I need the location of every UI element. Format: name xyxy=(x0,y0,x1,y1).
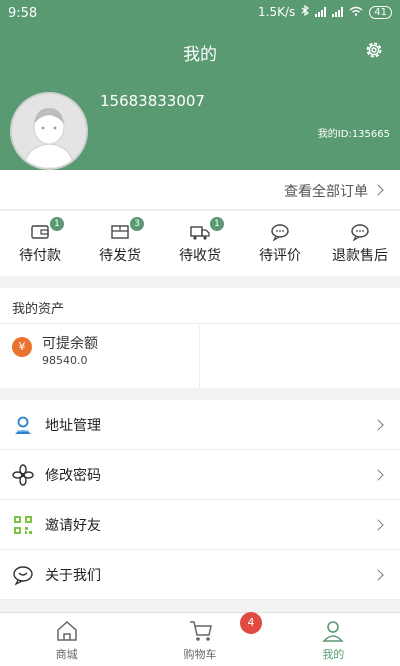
qr-code-icon xyxy=(12,514,34,536)
bottom-tab-bar: 商城 4 购物车 我的 xyxy=(0,612,400,666)
order-tab-label: 待付款 xyxy=(19,248,61,264)
balance-value: 98540.0 xyxy=(42,354,88,367)
order-tab-pending-receipt[interactable]: 1 待收货 xyxy=(160,211,240,276)
tab-mall[interactable]: 商城 xyxy=(0,613,133,666)
order-tab-refund[interactable]: 退款售后 xyxy=(320,211,400,276)
menu-item-label: 修改密码 xyxy=(45,468,101,484)
tab-cart[interactable]: 4 购物车 xyxy=(133,612,266,666)
order-tab-pending-review[interactable]: 待评价 xyxy=(240,211,320,276)
tab-mine[interactable]: 我的 xyxy=(267,613,400,666)
order-tab-label: 退款售后 xyxy=(332,248,388,264)
signal-icon-2 xyxy=(332,7,344,17)
settings-gear-icon[interactable] xyxy=(364,40,384,60)
tab-label: 购物车 xyxy=(183,648,217,661)
cart-icon xyxy=(188,619,212,643)
menu-item-address[interactable]: 地址管理 xyxy=(0,400,400,450)
person-icon xyxy=(321,619,345,643)
chat-icon xyxy=(12,564,34,586)
chevron-right-icon xyxy=(372,469,384,481)
chevron-right-icon xyxy=(372,184,384,196)
wifi-icon xyxy=(349,5,363,19)
network-speed: 1.5K/s xyxy=(258,5,296,19)
view-all-orders-label: 查看全部订单 xyxy=(284,184,368,200)
tab-label: 我的 xyxy=(322,648,345,661)
view-all-orders-link[interactable]: 查看全部订单 xyxy=(0,170,400,210)
home-icon xyxy=(55,619,79,643)
status-time: 9:58 xyxy=(8,6,38,21)
tab-label: 商城 xyxy=(55,648,78,661)
order-badge: 1 xyxy=(50,217,64,231)
menu-item-change-password[interactable]: 修改密码 xyxy=(0,450,400,500)
chevron-right-icon xyxy=(372,569,384,581)
comment-icon xyxy=(269,223,291,242)
balance-label: 可提余额 xyxy=(42,336,98,352)
coin-icon: ¥ xyxy=(12,337,32,357)
menu-item-label: 关于我们 xyxy=(45,568,101,584)
my-assets-section: 我的资产 ¥ 可提余额 98540.0 xyxy=(0,288,400,388)
assets-title: 我的资产 xyxy=(0,288,400,324)
user-id: 我的ID:135665 xyxy=(317,129,390,140)
menu-item-invite-friends[interactable]: 邀请好友 xyxy=(0,500,400,550)
order-tab-label: 待发货 xyxy=(99,248,141,264)
menu-item-about-us[interactable]: 关于我们 xyxy=(0,550,400,600)
flower-icon xyxy=(12,464,34,486)
signal-icon xyxy=(315,7,327,17)
wallet-icon xyxy=(29,223,51,241)
order-badge: 1 xyxy=(210,217,224,231)
menu-item-label: 地址管理 xyxy=(45,418,101,434)
bluetooth-icon xyxy=(301,4,310,19)
menu-item-label: 邀请好友 xyxy=(45,518,101,534)
page-title: 我的 xyxy=(183,45,217,65)
chevron-right-icon xyxy=(372,419,384,431)
withdrawable-balance-card[interactable]: ¥ 可提余额 98540.0 xyxy=(0,325,200,388)
battery-icon: 41 xyxy=(369,5,392,19)
user-phone: 15683833007 xyxy=(100,92,205,110)
order-tab-pending-payment[interactable]: 1 待付款 xyxy=(0,211,80,276)
status-bar: 9:58 1.5K/s 41 xyxy=(0,0,400,26)
avatar[interactable] xyxy=(10,92,88,170)
order-tab-pending-shipment[interactable]: 3 待发货 xyxy=(80,211,160,276)
order-status-tabs: 1 待付款 3 待发货 1 待收货 待评价 退款售后 xyxy=(0,211,400,276)
order-tab-label: 待收货 xyxy=(179,248,221,264)
profile-header: 9:58 1.5K/s 41 我的 15683833007 我的ID:13566… xyxy=(0,0,400,170)
refund-icon xyxy=(349,223,371,242)
profile-screen: 9:58 1.5K/s 41 我的 15683833007 我的ID:13566… xyxy=(0,0,400,666)
status-indicators: 1.5K/s 41 xyxy=(258,4,392,19)
settings-menu: 地址管理 修改密码 邀请好友 关于我们 xyxy=(0,400,400,600)
truck-icon xyxy=(189,223,211,241)
box-icon xyxy=(109,223,131,241)
cart-count-badge: 4 xyxy=(239,612,262,634)
order-badge: 3 xyxy=(130,217,144,231)
chevron-right-icon xyxy=(372,519,384,531)
location-person-icon xyxy=(12,414,34,436)
order-tab-label: 待评价 xyxy=(259,248,301,264)
